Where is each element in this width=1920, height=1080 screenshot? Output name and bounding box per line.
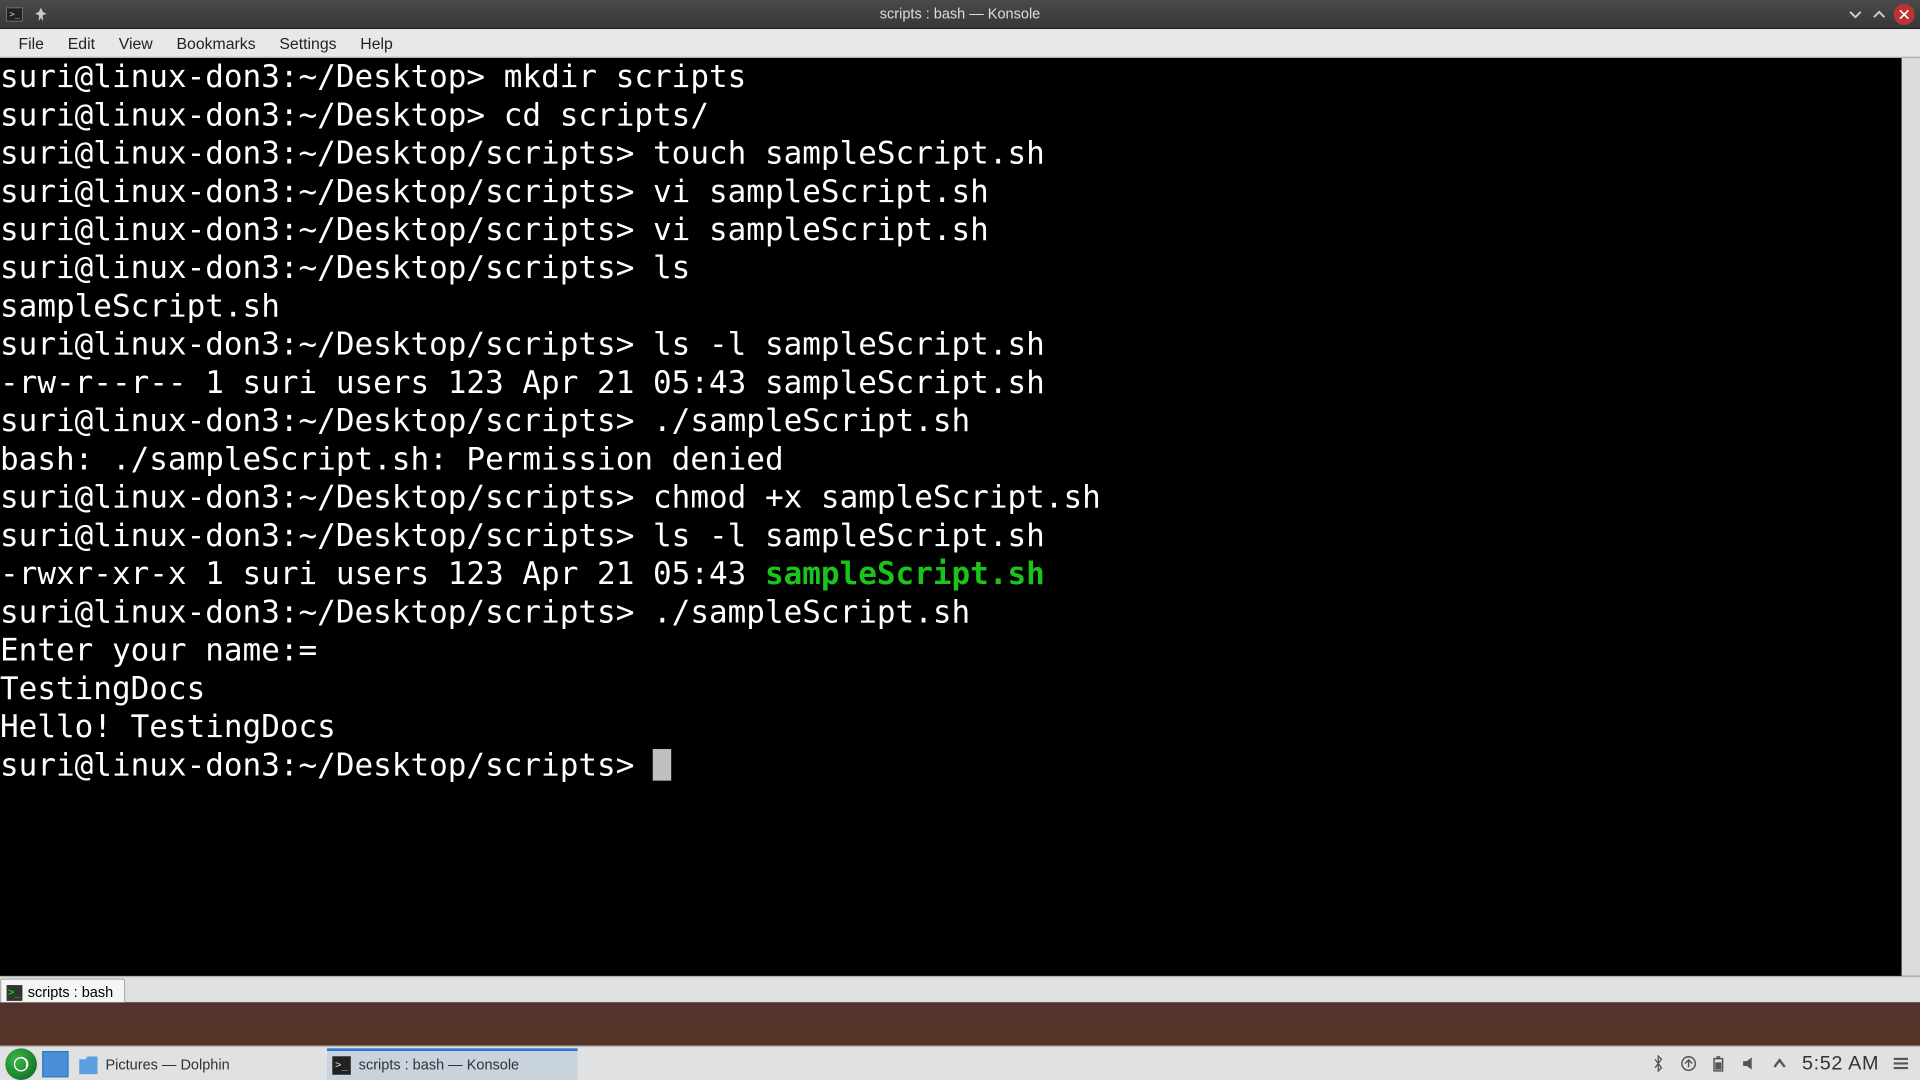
battery-icon[interactable] — [1711, 1055, 1728, 1072]
task-label: Pictures — Dolphin — [105, 1057, 229, 1073]
terminal-output[interactable]: suri@linux-don3:~/Desktop> mkdir scripts… — [0, 58, 1902, 785]
panel-menu-icon[interactable] — [1892, 1055, 1909, 1072]
terminal-command-line: suri@linux-don3:~/Desktop/scripts> vi sa… — [0, 211, 1902, 249]
system-tray: 5:52 AM — [1650, 1052, 1920, 1074]
terminal-icon: >_ — [332, 1056, 350, 1074]
executable-filename: sampleScript.sh — [765, 555, 1045, 592]
konsole-icon: >_ — [5, 5, 23, 23]
clock[interactable]: 5:52 AM — [1802, 1052, 1879, 1074]
terminal-output-line: Hello! TestingDocs — [0, 708, 1902, 746]
folder-icon — [79, 1056, 97, 1074]
cursor — [653, 749, 671, 781]
close-button[interactable] — [1894, 3, 1915, 24]
menu-edit[interactable]: Edit — [57, 31, 105, 55]
terminal-command-line: suri@linux-don3:~/Desktop/scripts> ./sam… — [0, 402, 1902, 440]
terminal-command-line: suri@linux-don3:~/Desktop/scripts> — [0, 746, 1902, 784]
menu-view[interactable]: View — [108, 31, 163, 55]
svg-text:>_: >_ — [9, 8, 21, 19]
desktop-wallpaper[interactable] — [0, 1002, 1920, 1046]
volume-icon[interactable] — [1741, 1055, 1758, 1072]
menu-settings[interactable]: Settings — [269, 31, 347, 55]
terminal-viewport[interactable]: suri@linux-don3:~/Desktop> mkdir scripts… — [0, 58, 1920, 976]
konsole-tabbar: >_ scripts : bash — [0, 976, 1920, 1002]
terminal-command-line: suri@linux-don3:~/Desktop/scripts> chmod… — [0, 479, 1902, 517]
terminal-command-line: suri@linux-don3:~/Desktop/scripts> ./sam… — [0, 593, 1902, 631]
terminal-output-line: Enter your name:= — [0, 632, 1902, 670]
terminal-output-line: sampleScript.sh — [0, 287, 1902, 325]
show-desktop-button[interactable] — [42, 1050, 68, 1076]
terminal-command-line: suri@linux-don3:~/Desktop> mkdir scripts — [0, 58, 1902, 96]
terminal-command-line: suri@linux-don3:~/Desktop/scripts> ls -l… — [0, 517, 1902, 555]
maximize-icon[interactable] — [1870, 5, 1888, 23]
task-pictures-dolphin[interactable]: Pictures — Dolphin — [74, 1048, 325, 1080]
menubar: File Edit View Bookmarks Settings Help — [0, 29, 1920, 58]
tab-scripts-bash[interactable]: >_ scripts : bash — [0, 978, 125, 1002]
menu-file[interactable]: File — [8, 31, 55, 55]
minimize-icon[interactable] — [1846, 5, 1864, 23]
menu-help[interactable]: Help — [350, 31, 404, 55]
terminal-command-line: suri@linux-don3:~/Desktop/scripts> touch… — [0, 135, 1902, 173]
terminal-output-line: bash: ./sampleScript.sh: Permission deni… — [0, 440, 1902, 478]
terminal-output-line: -rw-r--r-- 1 suri users 123 Apr 21 05:43… — [0, 364, 1902, 402]
terminal-command-line: suri@linux-don3:~/Desktop/scripts> vi sa… — [0, 173, 1902, 211]
terminal-command-line: suri@linux-don3:~/Desktop/scripts> ls -l… — [0, 326, 1902, 364]
window-title: scripts : bash — Konsole — [880, 6, 1040, 22]
pin-icon[interactable] — [32, 5, 50, 23]
start-menu-button[interactable] — [5, 1048, 37, 1080]
taskbar: Pictures — Dolphin >_ scripts : bash — K… — [0, 1046, 1920, 1080]
terminal-command-line: suri@linux-don3:~/Desktop/scripts> ls — [0, 249, 1902, 287]
terminal-icon: >_ — [7, 984, 23, 1000]
menu-bookmarks[interactable]: Bookmarks — [166, 31, 266, 55]
task-label: scripts : bash — Konsole — [359, 1057, 519, 1073]
task-konsole[interactable]: >_ scripts : bash — Konsole — [327, 1048, 578, 1080]
terminal-output-line: -rwxr-xr-x 1 suri users 123 Apr 21 05:43… — [0, 555, 1902, 593]
tab-label: scripts : bash — [28, 984, 113, 1000]
terminal-output-line: TestingDocs — [0, 670, 1902, 708]
updates-icon[interactable] — [1681, 1055, 1698, 1072]
terminal-command-line: suri@linux-don3:~/Desktop> cd scripts/ — [0, 96, 1902, 134]
window-titlebar: >_ scripts : bash — Konsole — [0, 0, 1920, 29]
bluetooth-icon[interactable] — [1650, 1055, 1667, 1072]
tray-expand-icon[interactable] — [1772, 1055, 1789, 1072]
